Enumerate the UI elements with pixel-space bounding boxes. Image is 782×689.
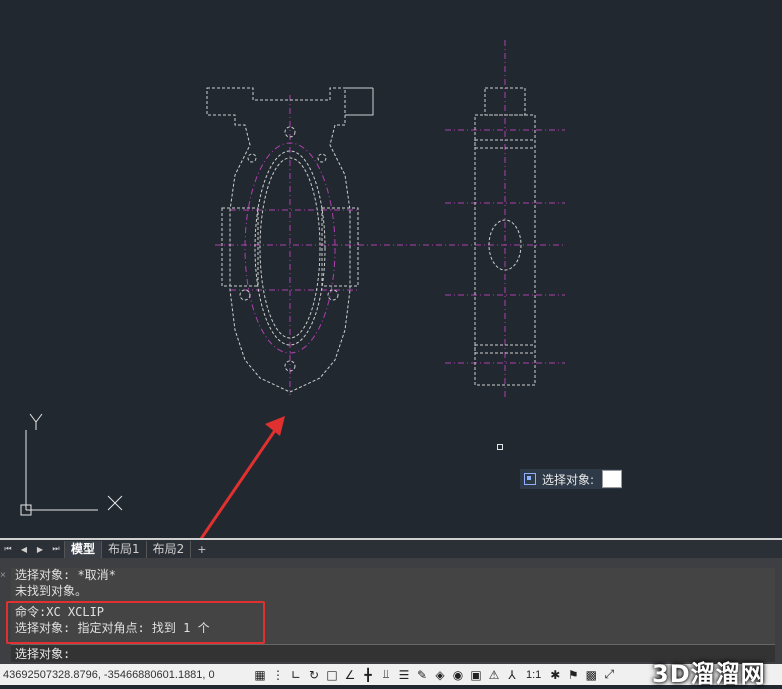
last-tab-icon[interactable]: ⏭ bbox=[48, 544, 64, 554]
dynamic-input-tooltip: 选择对象: bbox=[520, 469, 623, 489]
units-icon[interactable]: ⚠ bbox=[487, 668, 501, 682]
next-tab-icon[interactable]: ▶ bbox=[32, 545, 48, 554]
lineweight-icon[interactable]: ☰ bbox=[397, 668, 411, 682]
osnap-icon[interactable]: □ bbox=[325, 668, 339, 682]
watermark-logo: 3D溜溜网 bbox=[652, 660, 766, 688]
isolate-icon[interactable]: ⚑ bbox=[566, 668, 580, 682]
fullscreen-icon[interactable]: ⤢ bbox=[602, 667, 616, 682]
hardware-icon[interactable]: ▩ bbox=[584, 668, 598, 682]
ortho-icon[interactable]: ∟ bbox=[289, 668, 303, 682]
transparency-icon[interactable]: ✎ bbox=[415, 668, 429, 682]
snap-icon[interactable]: ⋮ bbox=[271, 668, 285, 682]
otrack-icon[interactable]: ∠ bbox=[343, 668, 357, 682]
workspace-icon[interactable]: ✱ bbox=[548, 668, 562, 682]
3d-osnap-icon[interactable]: ◉ bbox=[451, 668, 465, 682]
prev-tab-icon[interactable]: ◀ bbox=[16, 545, 32, 554]
select-objects-icon bbox=[524, 473, 536, 485]
tooltip-input[interactable] bbox=[602, 470, 623, 488]
history-line: 选择对象: *取消* bbox=[15, 568, 116, 582]
dyn-icon[interactable]: ⫫ bbox=[379, 667, 393, 682]
tooltip-label: 选择对象: bbox=[542, 472, 595, 487]
annotation-scale-icon[interactable]: ⅄ bbox=[505, 668, 519, 682]
red-arrow bbox=[199, 416, 285, 538]
polar-icon[interactable]: ↻ bbox=[307, 668, 321, 682]
close-icon[interactable]: × bbox=[0, 570, 6, 581]
coordinate-readout: 43692507328.8796, -35466880601.1881, 0 bbox=[3, 668, 215, 681]
add-layout-button[interactable]: + bbox=[190, 540, 212, 558]
history-line: 未找到对象。 bbox=[15, 583, 88, 598]
tab-layout1[interactable]: 布局1 bbox=[101, 540, 146, 558]
first-tab-icon[interactable]: ⏮ bbox=[0, 544, 16, 554]
grid-icon[interactable]: ▦ bbox=[253, 668, 267, 682]
tab-model[interactable]: 模型 bbox=[64, 540, 102, 558]
command-line-panel: × 选择对象: *取消* 未找到对象。 命令:XC XCLIP 选择对象: 指定… bbox=[0, 558, 782, 664]
highlight-box bbox=[6, 601, 265, 644]
drawing-canvas[interactable]: 选择对象: bbox=[0, 0, 782, 538]
ducs-icon[interactable]: ╋ bbox=[361, 668, 375, 682]
layout-tab-bar: ⏮ ◀ ▶ ⏭ 模型 布局1 布局2 + bbox=[0, 538, 782, 558]
annotation-monitor-icon[interactable]: ▣ bbox=[469, 668, 483, 682]
tab-layout2[interactable]: 布局2 bbox=[145, 540, 191, 558]
selection-cycling-icon[interactable]: ◈ bbox=[433, 668, 447, 682]
pick-cursor bbox=[497, 444, 503, 450]
annotation-scale[interactable]: 1:1 bbox=[523, 669, 544, 681]
